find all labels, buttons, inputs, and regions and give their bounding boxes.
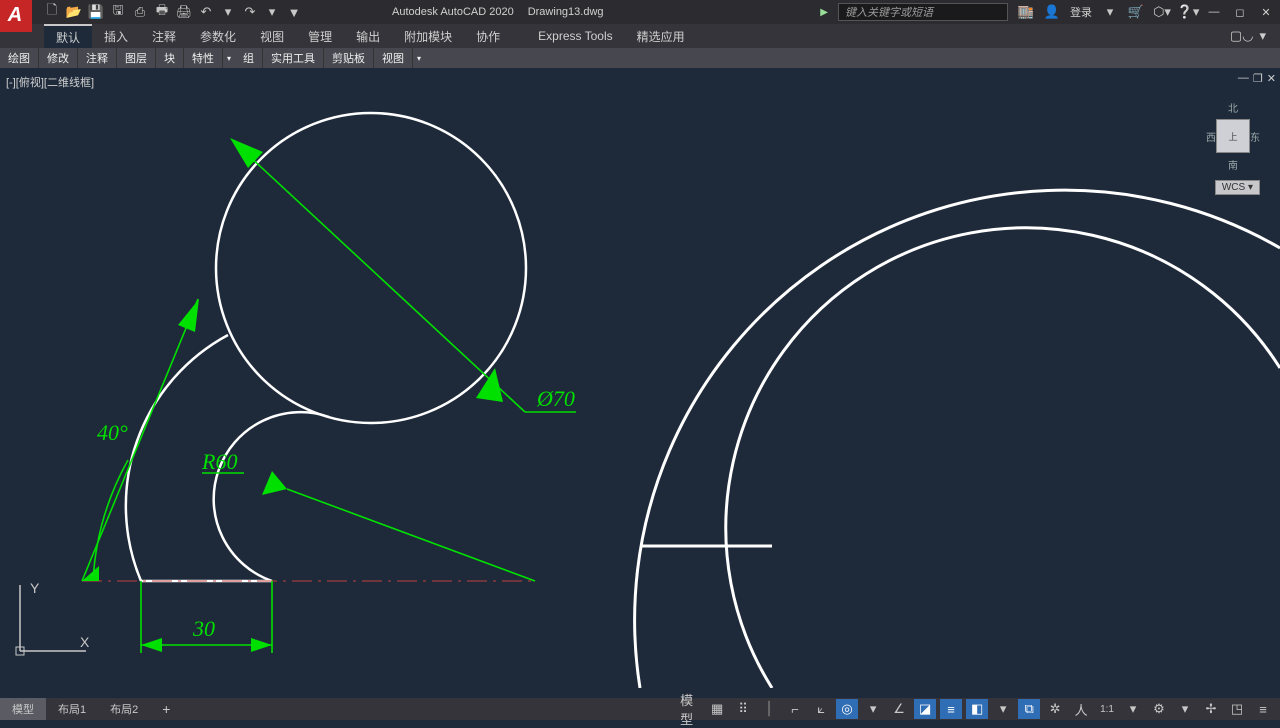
tab-addins[interactable]: 附加模块 bbox=[392, 24, 464, 48]
3dosnap-icon[interactable]: ✲ bbox=[1044, 699, 1066, 719]
svg-text:30: 30 bbox=[192, 616, 215, 641]
panel-props-drop-icon[interactable]: ▾ bbox=[223, 54, 235, 63]
panel-layer[interactable]: 图层 bbox=[117, 48, 156, 68]
tab-output[interactable]: 输出 bbox=[344, 24, 392, 48]
svg-text:Ø70: Ø70 bbox=[536, 386, 575, 411]
scale-label[interactable]: 1:1 bbox=[1096, 704, 1118, 715]
panel-view[interactable]: 视图 bbox=[374, 48, 413, 68]
app-title: Autodesk AutoCAD 2020 bbox=[392, 6, 514, 18]
panel-props[interactable]: 特性 bbox=[184, 48, 223, 68]
selection-cycle-icon[interactable]: ⧉ bbox=[1018, 699, 1040, 719]
panel-group[interactable]: 组 bbox=[235, 48, 263, 68]
dim-diameter: Ø70 bbox=[230, 138, 576, 412]
tab-view[interactable]: 视图 bbox=[248, 24, 296, 48]
web-icon[interactable]: ⎙ bbox=[132, 4, 148, 20]
lineweight-icon[interactable]: ≡ bbox=[940, 699, 962, 719]
layout-add-button[interactable]: + bbox=[150, 698, 182, 720]
status-model-button[interactable]: 模型 bbox=[680, 699, 702, 719]
polar-icon[interactable]: ⟀ bbox=[810, 699, 832, 719]
layout-tab-model[interactable]: 模型 bbox=[0, 698, 46, 720]
search-input[interactable]: 键入关键字或短语 bbox=[838, 3, 1008, 21]
panel-draw[interactable]: 绘图 bbox=[0, 48, 39, 68]
panel-block[interactable]: 块 bbox=[156, 48, 184, 68]
grid-icon[interactable]: ▦ bbox=[706, 699, 728, 719]
ribbon-tabs: 默认 插入 注释 参数化 视图 管理 输出 附加模块 协作 Express To… bbox=[0, 24, 1280, 48]
svg-text:R60: R60 bbox=[201, 449, 237, 474]
title-bar: 🗋 📂 💾 🖫 ⎙ 🖶 🖨 ↶ ▾ ↷ ▾ ▼ Autodesk AutoCAD… bbox=[0, 0, 1280, 24]
save-icon[interactable]: 💾 bbox=[88, 4, 104, 20]
osnap-drop-icon[interactable]: ▾ bbox=[862, 699, 884, 719]
dim-linear: 30 bbox=[141, 581, 272, 653]
drawing-canvas: Ø70 R60 40° 30 bbox=[0, 68, 1280, 688]
ucs-icon: Y X bbox=[12, 579, 92, 664]
snap-icon[interactable]: ⠿ bbox=[732, 699, 754, 719]
isolate-icon[interactable]: ◳ bbox=[1226, 699, 1248, 719]
tab-parametric[interactable]: 参数化 bbox=[188, 24, 248, 48]
tab-default[interactable]: 默认 bbox=[44, 24, 92, 48]
quick-access-toolbar: 🗋 📂 💾 🖫 ⎙ 🖶 🖨 ↶ ▾ ↷ ▾ ▼ bbox=[44, 4, 302, 20]
tab-annotate[interactable]: 注释 bbox=[140, 24, 188, 48]
dim-angle: 40° bbox=[82, 299, 199, 581]
gear-icon[interactable]: ⚙ bbox=[1148, 699, 1170, 719]
drawing-viewport[interactable]: [-][俯视][二维线框] — ❐ ✕ 北 西 上 东 南 WCS ▾ bbox=[0, 68, 1280, 688]
redo-icon[interactable]: ↷ bbox=[242, 4, 258, 20]
file-name: Drawing13.dwg bbox=[528, 6, 604, 18]
dim-radius: R60 bbox=[201, 449, 535, 581]
panel-utils[interactable]: 实用工具 bbox=[263, 48, 324, 68]
cart-icon[interactable]: 🛒 bbox=[1128, 4, 1144, 20]
tab-insert[interactable]: 插入 bbox=[92, 24, 140, 48]
close-button[interactable]: ✕ bbox=[1258, 6, 1274, 19]
infocenter-icon[interactable]: 🏬 bbox=[1018, 4, 1034, 20]
app-logo[interactable]: A bbox=[0, 0, 32, 32]
qp-drop-icon[interactable]: ▾ bbox=[992, 699, 1014, 719]
search-play-icon[interactable]: ▶ bbox=[820, 7, 828, 18]
layout-tab-1[interactable]: 布局1 bbox=[46, 698, 98, 720]
minimize-button[interactable]: — bbox=[1206, 6, 1222, 18]
print-icon[interactable]: 🖨 bbox=[176, 4, 192, 20]
panel-modify[interactable]: 修改 bbox=[39, 48, 78, 68]
otrack-icon[interactable]: ∠ bbox=[888, 699, 910, 719]
ortho-icon[interactable]: ⌐ bbox=[784, 699, 806, 719]
scale-drop-icon[interactable]: ▾ bbox=[1122, 699, 1144, 719]
svg-text:Y: Y bbox=[30, 580, 40, 596]
login-drop-icon[interactable]: ▾ bbox=[1102, 4, 1118, 20]
sep-icon: ┃ bbox=[758, 699, 780, 719]
maximize-button[interactable]: ◻ bbox=[1232, 6, 1248, 19]
panel-annot[interactable]: 注释 bbox=[78, 48, 117, 68]
user-icon[interactable]: 👤 bbox=[1044, 4, 1060, 20]
gear-drop-icon[interactable]: ▾ bbox=[1174, 699, 1196, 719]
tab-express[interactable]: Express Tools bbox=[526, 24, 624, 48]
undo-drop-icon[interactable]: ▾ bbox=[220, 4, 236, 20]
tab-collab[interactable]: 协作 bbox=[464, 24, 512, 48]
customize-icon[interactable]: ≡ bbox=[1252, 699, 1274, 719]
open-icon[interactable]: 📂 bbox=[66, 4, 82, 20]
new-icon[interactable]: 🗋 bbox=[44, 4, 60, 20]
undo-icon[interactable]: ↶ bbox=[198, 4, 214, 20]
help-icon[interactable]: ❔▾ bbox=[1180, 4, 1196, 20]
tab-featured[interactable]: 精选应用 bbox=[625, 24, 697, 48]
saveas-icon[interactable]: 🖫 bbox=[110, 4, 126, 20]
a360-icon[interactable]: ⬡▾ bbox=[1154, 4, 1170, 20]
panel-clip[interactable]: 剪贴板 bbox=[324, 48, 374, 68]
redo-drop-icon[interactable]: ▾ bbox=[264, 4, 280, 20]
ribbon-panels: 绘图 修改 注释 图层 块 特性 ▾ 组 实用工具 剪贴板 视图 ▾ bbox=[0, 48, 1280, 68]
tab-manage[interactable]: 管理 bbox=[296, 24, 344, 48]
svg-text:40°: 40° bbox=[97, 420, 128, 445]
osnap-icon[interactable]: ◎ bbox=[836, 699, 858, 719]
transparency-icon[interactable]: ◧ bbox=[966, 699, 988, 719]
qat-dropdown-icon[interactable]: ▼ bbox=[286, 4, 302, 20]
cloud-icon[interactable]: ▢◡ bbox=[1230, 28, 1254, 44]
layout-tab-2[interactable]: 布局2 bbox=[98, 698, 150, 720]
fullscreen-icon[interactable]: ✢ bbox=[1200, 699, 1222, 719]
layout-status-bar: 模型 布局1 布局2 + 模型 ▦ ⠿ ┃ ⌐ ⟀ ◎ ▾ ∠ ◪ ≡ ◧ ▾ … bbox=[0, 698, 1280, 720]
panel-view-drop-icon[interactable]: ▾ bbox=[413, 54, 425, 63]
dyn-input-icon[interactable]: ◪ bbox=[914, 699, 936, 719]
svg-text:X: X bbox=[80, 634, 90, 650]
plot-icon[interactable]: 🖶 bbox=[154, 4, 170, 20]
dynucs-icon[interactable]: 人 bbox=[1070, 699, 1092, 719]
login-label[interactable]: 登录 bbox=[1070, 4, 1092, 20]
ribbon-drop-icon[interactable]: ▾ bbox=[1259, 28, 1266, 44]
